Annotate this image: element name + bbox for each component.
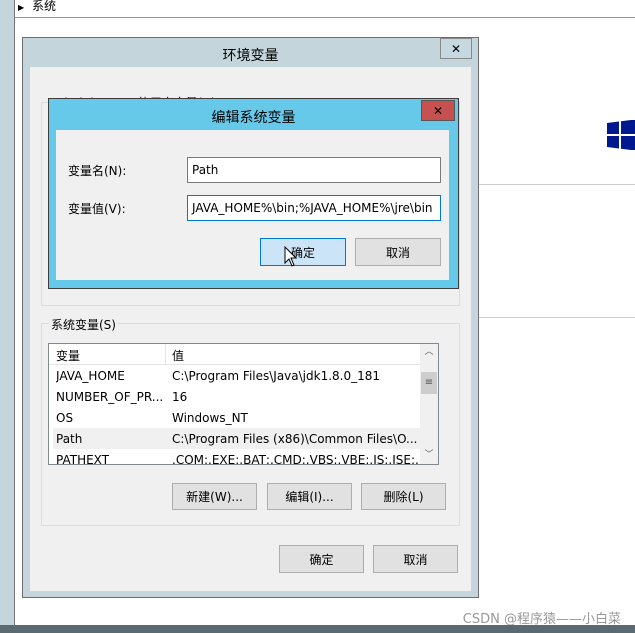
ok-button[interactable]: 确定 xyxy=(260,238,346,266)
system-variables-list[interactable]: 变量 值 JAVA_HOME C:\Program Files\Java\jdk1… xyxy=(48,343,439,465)
list-header: 变量 值 xyxy=(49,344,420,365)
cancel-button[interactable]: 取消 xyxy=(373,545,458,573)
close-button[interactable]: ✕ xyxy=(440,38,472,59)
variable-value-label: 变量值(V): xyxy=(68,202,126,216)
divider xyxy=(15,17,635,18)
list-item[interactable]: JAVA_HOME C:\Program Files\Java\jdk1.8.0_… xyxy=(49,365,420,386)
edit-button[interactable]: 编辑(I)... xyxy=(267,483,352,510)
new-button[interactable]: 新建(W)... xyxy=(172,483,257,510)
column-header-value[interactable]: 值 xyxy=(172,347,184,364)
column-header-name[interactable]: 变量 xyxy=(56,347,80,364)
ok-button[interactable]: 确定 xyxy=(279,545,364,573)
list-item-selected[interactable]: Path C:\Program Files (x86)\Common Files\… xyxy=(53,428,420,449)
cancel-button[interactable]: 取消 xyxy=(355,238,441,266)
left-border xyxy=(14,0,15,625)
scrollbar[interactable]: ︿ ≡ ﹀ xyxy=(420,344,438,464)
column-divider xyxy=(165,344,166,365)
tree-item-system[interactable]: ▶ 系统 xyxy=(18,0,56,14)
scroll-thumb[interactable]: ≡ xyxy=(421,372,437,394)
left-strip xyxy=(0,0,14,625)
variable-name-label: 变量名(N): xyxy=(68,164,127,178)
scroll-down-icon[interactable]: ﹀ xyxy=(420,447,438,464)
dialog-title: 环境变量 xyxy=(222,48,279,64)
divider xyxy=(478,184,635,185)
divider xyxy=(478,317,635,318)
system-variables-label: 系统变量(S) xyxy=(49,316,118,333)
list-item[interactable]: OS Windows_NT xyxy=(49,407,420,428)
list-item[interactable]: NUMBER_OF_PR... 16 xyxy=(49,386,420,407)
taskbar-strip xyxy=(0,625,635,633)
close-button[interactable]: ✕ xyxy=(421,100,455,121)
mouse-cursor-icon xyxy=(284,246,298,267)
delete-button[interactable]: 删除(L) xyxy=(361,483,446,510)
scroll-up-icon[interactable]: ︿ xyxy=(420,344,438,361)
variable-name-input[interactable]: Path xyxy=(187,157,441,183)
edit-system-variable-dialog: 编辑系统变量 ✕ 变量名(N): Path 变量值(V): JAVA_HOME%… xyxy=(48,98,459,289)
expand-arrow-icon: ▶ xyxy=(18,3,25,12)
dialog-client: 变量名(N): Path 变量值(V): JAVA_HOME%\bin;%JAV… xyxy=(56,130,449,280)
dialog-title: 编辑系统变量 xyxy=(211,110,296,126)
variable-value-input[interactable]: JAVA_HOME%\bin;%JAVA_HOME%\jre\bin xyxy=(187,195,441,221)
list-item[interactable]: PATHEXT .COM;.EXE;.BAT;.CMD;.VBS;.VBE;.JS… xyxy=(49,449,426,465)
windows-logo-icon xyxy=(607,120,635,150)
